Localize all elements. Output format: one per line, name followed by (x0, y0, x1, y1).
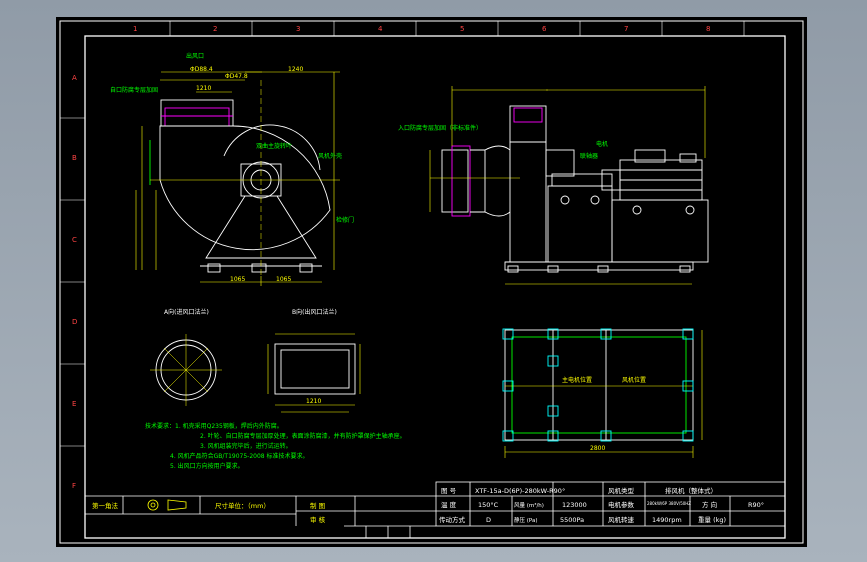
plan-label-motor: 主电机位置 (562, 376, 592, 384)
tech-note-5: 5. 出风口方向按用户要求。 (170, 462, 244, 470)
tb-pressure: 5500Pa (560, 516, 584, 524)
zone-col-5: 5 (460, 25, 464, 33)
note-access-door: 检修门 (336, 216, 354, 224)
tb-pressure-label: 静压 (Pa) (514, 516, 537, 524)
tb-temp: 150°C (478, 501, 499, 509)
tb-motor: 280kW/6P 380V/50HZ (647, 501, 691, 506)
cad-viewport: 1 2 3 4 5 6 7 8 A B C D E F ΦD88.4 ΦD47.… (0, 0, 867, 562)
zone-row-d: D (72, 318, 77, 326)
tech-note-4: 4. 风机产品符合GB/T19075-2008 标准技术要求。 (170, 452, 309, 460)
tb-weight-label: 重量 (kg) (698, 516, 726, 524)
tb-flow-label: 风量 (m³/h) (514, 502, 544, 509)
note-outlet-reinforce: 自口防腐专层加固 (110, 86, 158, 94)
zone-col-4: 4 (378, 25, 383, 33)
projection-label: 第一角法 (92, 501, 119, 510)
drawn-label: 制 图 (310, 501, 325, 510)
zone-row-f: F (72, 482, 76, 490)
tb-drive: D (486, 516, 491, 524)
tb-fan-type: 排风机（整体式） (665, 486, 717, 495)
tb-flow: 123000 (562, 501, 587, 509)
zone-col-6: 6 (542, 25, 547, 33)
detail-b-title: B向(出风口法兰) (292, 308, 337, 316)
zone-row-c: C (72, 236, 77, 244)
tb-drive-label: 传动方式 (439, 515, 466, 524)
detail-a-title: A向(进风口法兰) (164, 308, 209, 316)
tb-motor-label: 电机参数 (608, 500, 635, 509)
tb-fan-type-label: 风机类型 (608, 486, 635, 495)
zone-row-e: E (72, 400, 76, 408)
dim-side-0: ΦD88.4 (190, 66, 213, 73)
plan-label-fan: 风机位置 (622, 376, 646, 384)
tb-speed-label: 风机转速 (608, 515, 635, 524)
zone-col-3: 3 (296, 25, 300, 33)
drawing-sheet: 1 2 3 4 5 6 7 8 A B C D E F ΦD88.4 ΦD47.… (56, 17, 807, 547)
zone-col-1: 1 (133, 25, 137, 33)
tech-note-1: 技术要求：1. 机壳采用Q235钢板，焊后内外防腐。 (145, 422, 283, 430)
sheet-background (56, 17, 807, 547)
dim-side-3: 1210 (196, 85, 211, 92)
zone-row-a: A (72, 74, 77, 82)
zone-col-8: 8 (706, 25, 710, 33)
detail-b-dim: 1210 (306, 398, 321, 405)
checked-label: 审 核 (310, 515, 326, 524)
dim-side-2: 1240 (288, 66, 303, 73)
dim-base-0: 1065 (230, 276, 245, 283)
note-impeller: 双曲主旋转叶 (256, 142, 292, 150)
note-coupling: 联轴器 (580, 152, 598, 160)
plan-dim: 2800 (590, 445, 605, 452)
tech-note-2: 2. 叶轮、自口防腐专层加厚处理，表面涂防腐漆，并有防护罩保护主轴承座。 (200, 432, 406, 440)
zone-col-2: 2 (213, 25, 217, 33)
unit-label: 尺寸单位：（mm） (215, 501, 270, 510)
tb-direction-label: 方 向 (702, 500, 717, 509)
dim-base-1: 1065 (276, 276, 291, 283)
tb-drawing-no-label: 图 号 (441, 487, 457, 495)
tb-direction: R90° (748, 501, 764, 509)
tb-drawing-no: XTF-15a-D(6P)-280kW-R90° (475, 487, 565, 495)
note-housing: 风机外壳 (318, 152, 342, 160)
tech-note-3: 3. 风机组装完毕后，进行试运转。 (200, 442, 292, 450)
note-outlet: 出风口 (186, 52, 204, 60)
dim-side-1: ΦD47.8 (225, 73, 248, 80)
zone-row-b: B (72, 154, 77, 162)
note-motor: 电机 (596, 140, 608, 148)
note-inlet: 入口防腐专层加固（非标准件） (398, 124, 482, 132)
tb-temp-label: 温 度 (441, 500, 457, 509)
zone-col-7: 7 (624, 25, 628, 33)
tb-speed: 1490rpm (652, 516, 682, 524)
